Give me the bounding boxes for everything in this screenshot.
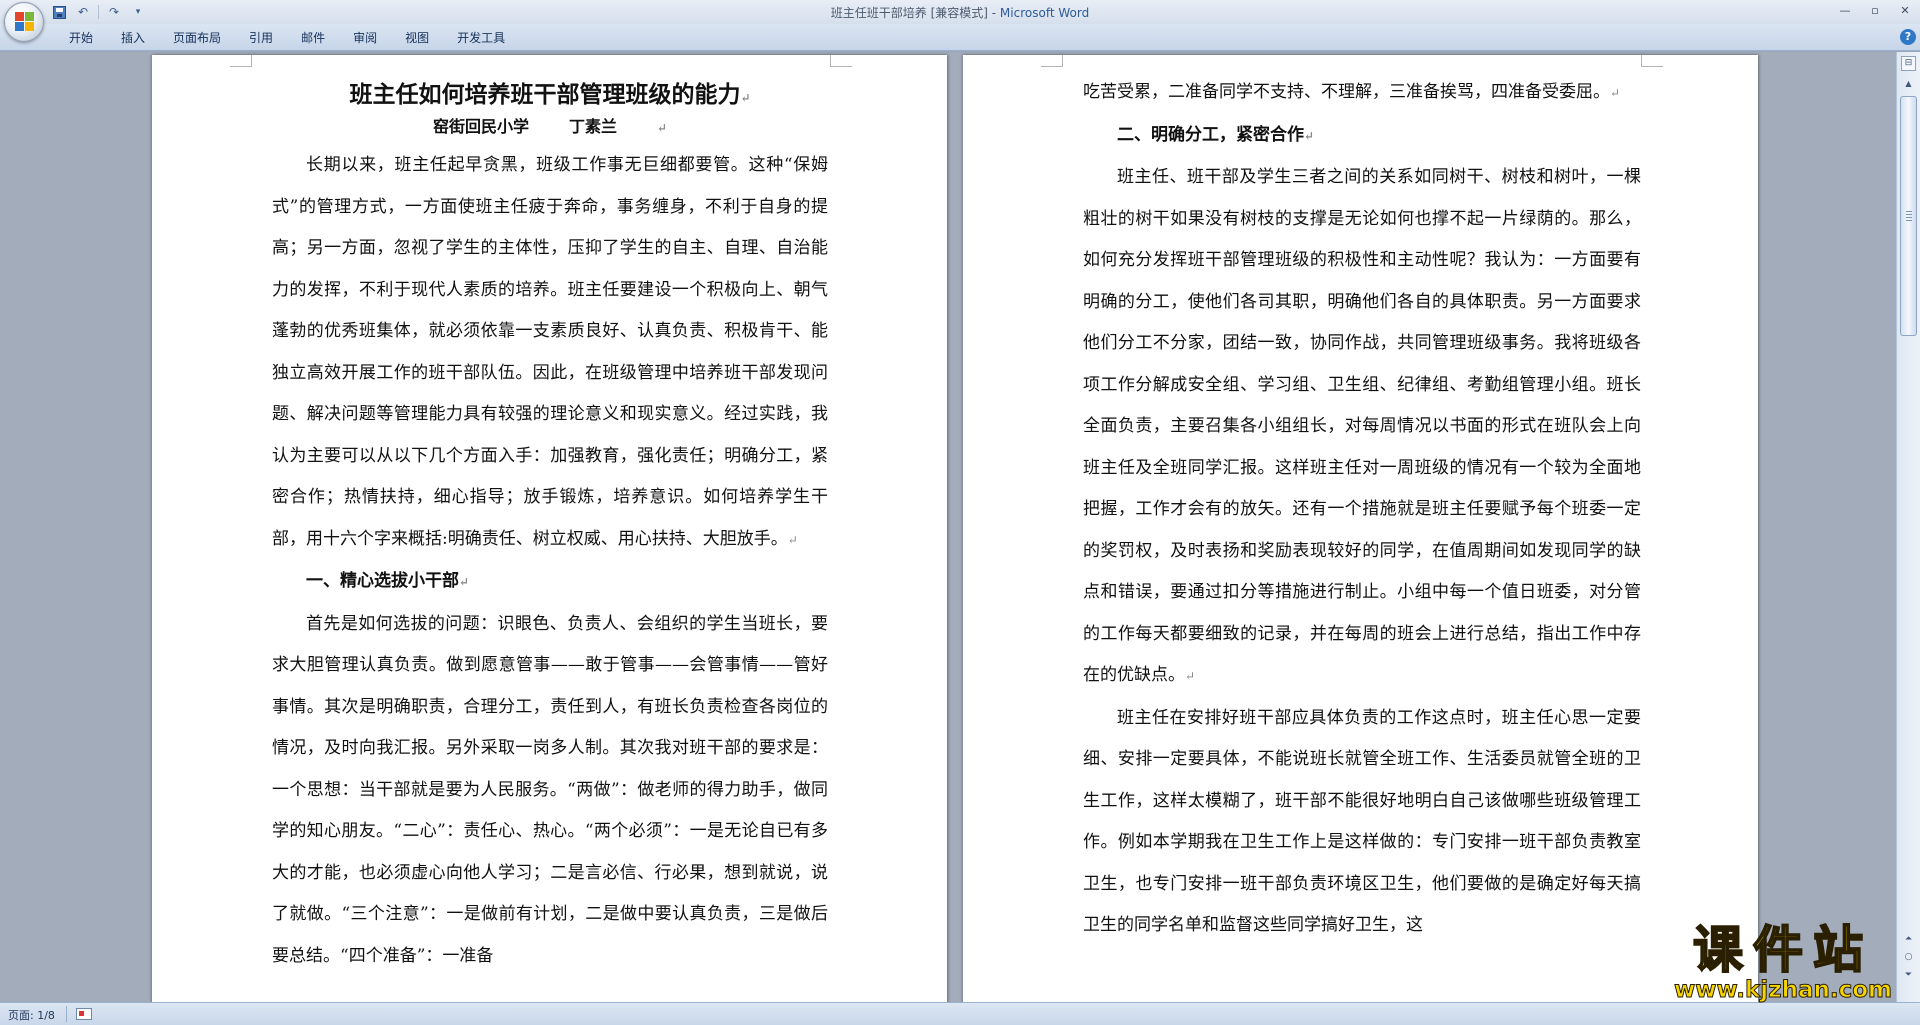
title-bar: ↶ ↷ ▾ 班主任班干部培养 [兼容模式] - Microsoft Word —… bbox=[0, 0, 1920, 24]
tab-developer[interactable]: 开发工具 bbox=[443, 28, 519, 48]
watermark-logo-text: 课件站 bbox=[1692, 921, 1873, 979]
section-1-paragraph: 首先是如何选拔的问题：识眼色、负责人、会组织的学生当班长，要求大胆管理认真负责。… bbox=[272, 613, 828, 966]
section-2-heading: 二、明确分工，紧密合作↵ bbox=[1117, 124, 1315, 145]
tab-insert[interactable]: 插入 bbox=[107, 28, 159, 48]
author-name: 丁素兰 bbox=[568, 117, 617, 136]
page-1-body[interactable]: 班主任如何培养班干部管理班级的能力↵ 窑街回民小学 丁素兰 ↵ 长期以来，班主任起早… bbox=[272, 77, 828, 977]
document-workspace[interactable]: 班主任如何培养班干部管理班级的能力↵ 窑街回民小学 丁素兰 ↵ 长期以来，班主任起早… bbox=[0, 52, 1896, 1002]
status-bar: 页面: 1/8 bbox=[0, 1002, 1920, 1025]
grip-icon bbox=[1906, 211, 1912, 221]
previous-page-button[interactable]: ⏶ bbox=[1901, 932, 1916, 946]
ribbon-tabs: 开始 插入 页面布局 引用 邮件 审阅 视图 开发工具 bbox=[55, 28, 519, 48]
status-separator bbox=[66, 1006, 67, 1022]
document-name: 班主任班干部培养 [兼容模式] - bbox=[830, 6, 1000, 20]
tab-view[interactable]: 视图 bbox=[391, 28, 443, 48]
tab-references[interactable]: 引用 bbox=[235, 28, 287, 48]
page-2[interactable]: 吃苦受累，二准备同学不支持、不理解，三准备挨骂，四准备受委屈。↵ 二、明确分工，… bbox=[963, 55, 1758, 1002]
crop-mark bbox=[1641, 55, 1663, 67]
proofing-status-icon[interactable] bbox=[76, 1008, 92, 1020]
next-page-button[interactable]: ⏷ bbox=[1901, 968, 1916, 982]
document-title: 班主任如何培养班干部管理班级的能力↵ bbox=[349, 81, 751, 108]
crop-mark bbox=[830, 55, 852, 67]
watermark-url: www.kjzhan.com bbox=[1674, 977, 1893, 1003]
close-button[interactable]: ✕ bbox=[1890, 0, 1920, 20]
tab-review[interactable]: 审阅 bbox=[339, 28, 391, 48]
scroll-up-button[interactable]: ▲ bbox=[1901, 76, 1916, 91]
document-author-line: 窑街回民小学 丁素兰 ↵ bbox=[432, 117, 668, 136]
continuation-paragraph: 吃苦受累，二准备同学不支持、不理解，三准备挨骂，四准备受委屈。↵ bbox=[1083, 82, 1621, 102]
tab-home[interactable]: 开始 bbox=[55, 28, 107, 48]
minimize-button[interactable]: — bbox=[1830, 0, 1860, 20]
window-controls: — ▫ ✕ bbox=[1830, 0, 1920, 22]
page-1[interactable]: 班主任如何培养班干部管理班级的能力↵ 窑街回民小学 丁素兰 ↵ 长期以来，班主任起早… bbox=[152, 55, 947, 1002]
window-title: 班主任班干部培养 [兼容模式] - Microsoft Word bbox=[0, 4, 1920, 21]
vertical-scrollbar[interactable]: ⊟ ▲ ⏶ ○ ⏷ bbox=[1896, 52, 1920, 1002]
ribbon-tab-bar: 开始 插入 页面布局 引用 邮件 审阅 视图 开发工具 ? bbox=[0, 24, 1920, 51]
school-name: 窑街回民小学 bbox=[432, 117, 529, 136]
office-logo-icon bbox=[15, 12, 35, 32]
restore-button[interactable]: ▫ bbox=[1860, 0, 1890, 20]
help-icon[interactable]: ? bbox=[1900, 29, 1916, 45]
site-watermark: 课件站 www.kjzhan.com bbox=[1668, 921, 1898, 1003]
scrollbar-thumb[interactable] bbox=[1900, 96, 1917, 336]
page-count-indicator[interactable]: 页面: 1/8 bbox=[8, 1007, 55, 1023]
tab-page-layout[interactable]: 页面布局 bbox=[159, 28, 235, 48]
crop-mark bbox=[1041, 55, 1063, 67]
crop-mark bbox=[230, 55, 252, 67]
office-button[interactable] bbox=[4, 2, 44, 42]
application-name: Microsoft Word bbox=[999, 6, 1090, 20]
section-2-paragraph-1: 班主任、班干部及学生三者之间的关系如同树干、树枝和树叶，一棵粗壮的树干如果没有树… bbox=[1083, 167, 1641, 685]
section-1-heading: 一、精心选拔小干部↵ bbox=[306, 571, 470, 591]
page-2-body[interactable]: 吃苦受累，二准备同学不支持、不理解，三准备挨骂，四准备受委屈。↵ 二、明确分工，… bbox=[1083, 72, 1641, 947]
select-browse-object-button[interactable]: ○ bbox=[1901, 950, 1916, 964]
view-ruler-button[interactable]: ⊟ bbox=[1901, 56, 1916, 71]
section-2-paragraph-2: 班主任在安排好班干部应具体负责的工作这点时，班主任心思一定要细、安排一定要具体，… bbox=[1083, 707, 1641, 936]
tab-mailings[interactable]: 邮件 bbox=[287, 28, 339, 48]
intro-paragraph: 长期以来，班主任起早贪黑，班级工作事无巨细都要管。这种“保姆式”的管理方式，一方… bbox=[272, 155, 828, 549]
